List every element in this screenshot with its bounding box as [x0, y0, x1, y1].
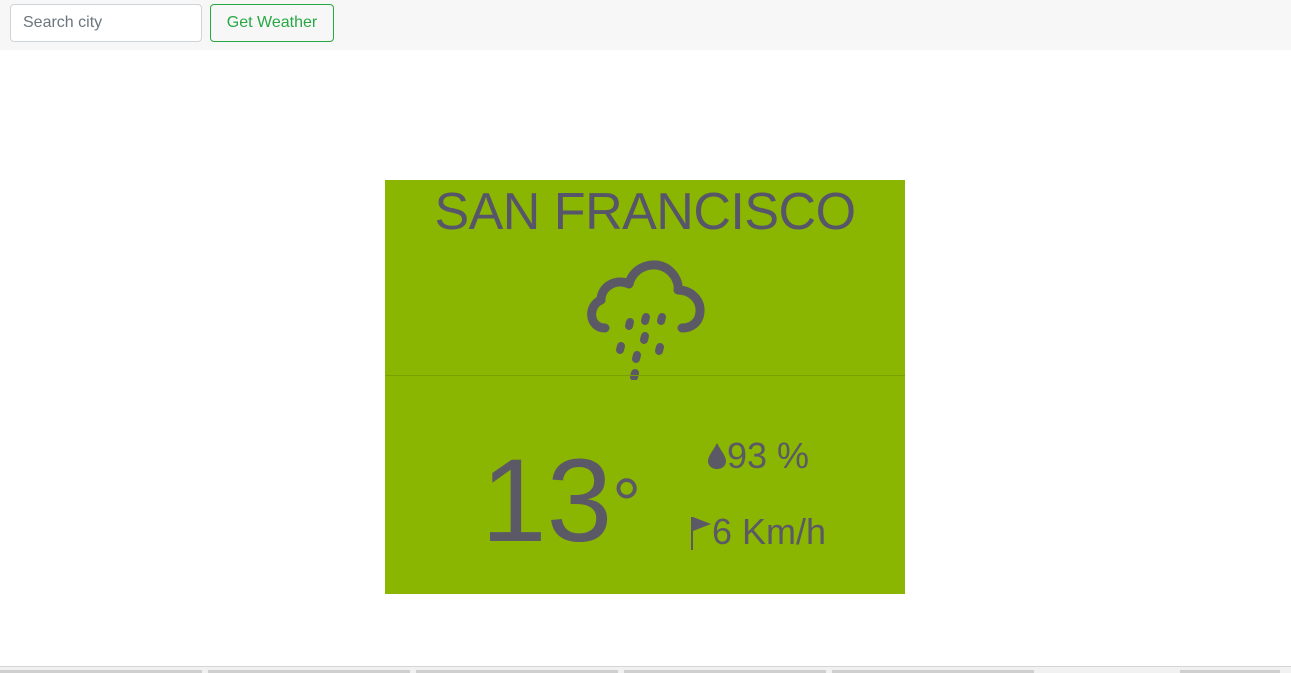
wind: 6 Km/h [690, 510, 826, 554]
temperature: 13° [481, 442, 641, 560]
droplet-icon [708, 443, 726, 469]
degree-symbol: ° [612, 465, 642, 545]
flag-icon [691, 517, 711, 550]
city-name: SAN FRANCISCO [434, 183, 856, 241]
card-divider [385, 375, 905, 376]
search-input[interactable] [10, 4, 202, 42]
humidity-value: 93 % [727, 435, 810, 476]
temperature-value: 13 [481, 435, 613, 567]
top-bar: Get Weather [0, 0, 1291, 50]
get-weather-button[interactable]: Get Weather [210, 4, 334, 42]
weather-card: SAN FRANCISCO 13° 93 % 6 Km/h [385, 180, 905, 594]
humidity: 93 % [707, 435, 810, 476]
wind-value: 6 Km/h [712, 511, 827, 552]
cloud-rain-icon [587, 260, 705, 380]
